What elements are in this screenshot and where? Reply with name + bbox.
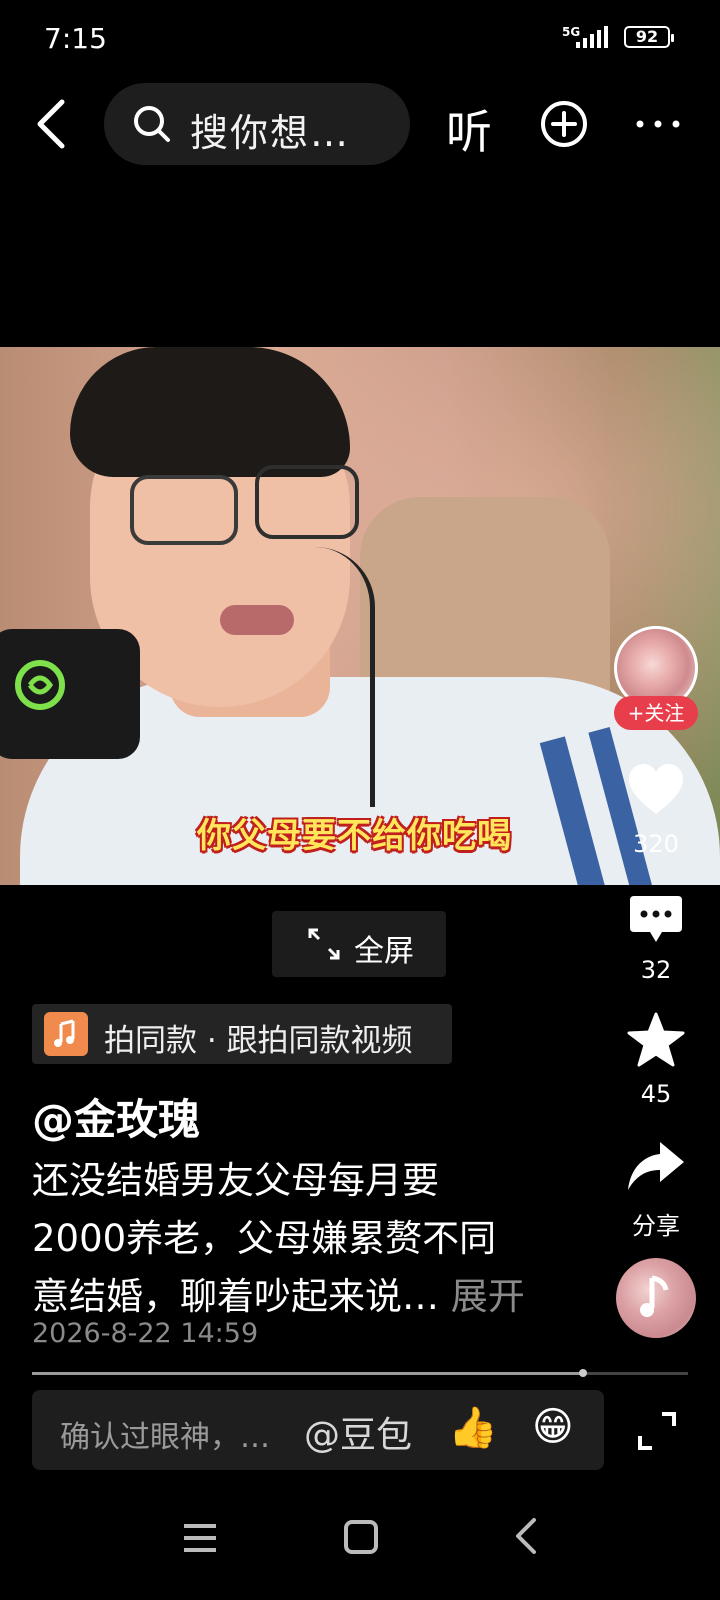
video-player[interactable]	[0, 347, 720, 885]
like-count: 320	[633, 830, 679, 858]
music-note-icon	[640, 1275, 669, 1317]
follow-button[interactable]: +关注	[614, 696, 698, 730]
comment-button[interactable]	[626, 892, 686, 948]
thumbs-up-icon[interactable]: 👍	[448, 1404, 498, 1451]
progress-fill	[32, 1372, 583, 1375]
chevron-left-icon	[37, 99, 65, 149]
mic-logo-icon	[12, 657, 68, 713]
more-button[interactable]	[634, 110, 682, 138]
status-time: 7:15	[44, 22, 107, 55]
chevron-left-icon	[516, 1518, 536, 1554]
music-note-icon	[44, 1012, 88, 1056]
recent-apps-button[interactable]	[180, 1522, 220, 1554]
plus-circle-icon	[541, 101, 587, 147]
search-input[interactable]: 搜你想…	[190, 102, 350, 157]
description-line: 2000养老，父母嫌累赘不同	[32, 1217, 497, 1260]
system-back-button[interactable]	[512, 1516, 540, 1556]
menu-icon	[184, 1524, 216, 1552]
post-date: 2026-8-22 14:59	[32, 1318, 259, 1349]
same-style-label[interactable]: 拍同款 · 跟拍同款视频	[104, 1015, 413, 1060]
search-icon[interactable]	[132, 104, 172, 144]
share-button[interactable]	[626, 1138, 686, 1194]
back-button[interactable]	[30, 96, 78, 152]
more-dots-icon	[636, 120, 680, 128]
post-description: 还没结婚男友父母每月要 2000养老，父母嫌累赘不同 意结婚，聊着吵起来说… 展…	[32, 1152, 592, 1326]
expand-link[interactable]: 展开	[451, 1275, 525, 1318]
grin-emoji-icon[interactable]: 😁	[532, 1404, 574, 1450]
expand-icon[interactable]	[636, 1410, 678, 1452]
add-button[interactable]	[540, 100, 588, 148]
glasses	[130, 475, 238, 545]
video-caption: 你父母要不给你吃喝	[197, 816, 512, 856]
favorite-button[interactable]	[626, 1012, 686, 1068]
comment-bubble-icon	[630, 896, 682, 942]
network-label: 5G	[562, 25, 580, 39]
favorite-count: 45	[640, 1080, 672, 1108]
mention-button[interactable]: @豆包	[304, 1406, 412, 1458]
music-disc[interactable]	[616, 1258, 696, 1338]
comment-count: 32	[640, 956, 672, 984]
listen-button[interactable]: 听	[446, 96, 492, 162]
comment-placeholder[interactable]: 确认过眼神，…	[60, 1412, 270, 1456]
description-line: 还没结婚男友父母每月要	[32, 1159, 439, 1202]
star-icon	[627, 1012, 685, 1067]
signal-icon: 5G	[562, 24, 614, 52]
author-name[interactable]: @金玫瑰	[32, 1086, 200, 1147]
progress-handle[interactable]	[579, 1369, 587, 1377]
expand-arrows-icon[interactable]	[306, 926, 342, 962]
battery-icon: 92	[624, 26, 674, 48]
fullscreen-label[interactable]: 全屏	[354, 926, 414, 970]
heart-icon	[629, 764, 683, 814]
share-label: 分享	[632, 1212, 680, 1240]
like-button[interactable]	[626, 762, 686, 818]
home-button[interactable]	[344, 1520, 378, 1554]
share-arrow-icon	[628, 1142, 684, 1190]
